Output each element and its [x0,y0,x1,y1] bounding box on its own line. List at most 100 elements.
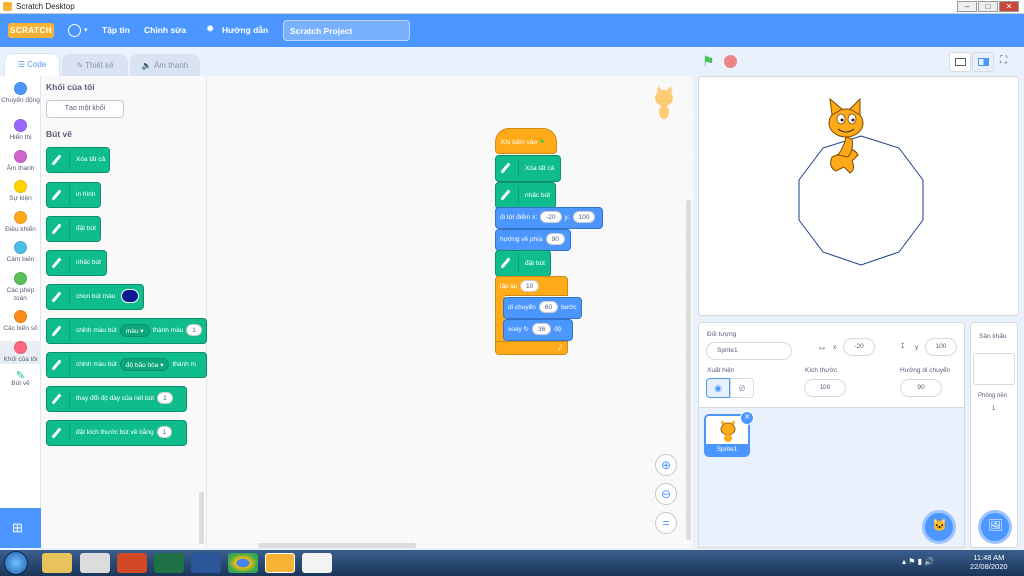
zoom-reset-button[interactable]: = [655,512,677,534]
size-input[interactable]: 100 [804,379,846,397]
direction-input[interactable]: 90 [545,233,565,246]
chevron-down-icon[interactable]: ▾ [84,26,88,34]
close-button[interactable]: ✕ [999,1,1019,12]
stop-button[interactable] [724,55,737,68]
category-my-blocks[interactable]: Khối của tôi [0,341,41,364]
clock[interactable]: 11:48 AM 22/08/2020 [970,553,1008,571]
sprite-thumbnail-icon [720,420,736,442]
pen-block-clear[interactable]: Xóa tất cả [46,147,110,173]
category-sensing[interactable]: Cảm biến [0,241,41,264]
fullscreen-button[interactable]: ⛶ [1000,55,1007,66]
maximize-button[interactable]: □ [978,1,998,12]
tray-icons[interactable]: ▴ ⚑ ▮ 🔊 [902,557,934,566]
param-value-input[interactable]: 1 [186,324,202,337]
choose-sprite-button[interactable]: 🐱 [922,510,956,544]
tab-sounds[interactable]: 🔈 Âm thanh [130,54,200,76]
zoom-in-button[interactable]: ⊕ [655,454,677,476]
script-block-repeat[interactable]: lặp lại 10 [495,276,568,296]
menu-tutorials[interactable]: Hướng dẫn [222,25,268,35]
category-operators[interactable]: Các phép toán [0,272,41,303]
stage-canvas[interactable] [698,76,1019,316]
pen-block-change-size[interactable]: thay đổi độ dày của nét bút 1 [46,386,187,412]
green-flag-icon: ⚑ [702,53,715,69]
pen-header: Bút vẽ [46,129,72,139]
globe-icon[interactable] [68,24,81,37]
tab-costumes[interactable]: ✎ Thiết kế [62,54,128,76]
category-control[interactable]: Điều khiển [0,211,41,234]
size-value-input[interactable]: 1 [156,426,173,439]
minimize-button[interactable]: – [957,1,977,12]
menu-edit[interactable]: Chỉnh sửa [144,25,186,35]
script-block-pen-down[interactable]: đặt bút [495,250,551,277]
pen-block-set-param-2[interactable]: chỉnh màu bút độ bão hòa ▾ thành m [46,352,207,378]
hide-sprite-button[interactable]: ⊘ [730,378,754,398]
category-variables[interactable]: Các biến số [0,310,41,333]
zoom-out-button[interactable]: ⊖ [655,483,677,505]
category-looks[interactable]: Hiển thị [0,119,41,142]
menu-bar: SCRATCH ▾ Tập tin Chỉnh sửa ✹ Hướng dẫn … [0,14,1024,47]
delete-sprite-button[interactable]: ✕ [740,411,754,425]
category-pen[interactable]: ✎ Bút vẽ [0,371,41,388]
category-events[interactable]: Sự kiện [0,180,41,203]
turn-degrees-input[interactable]: 36 [532,323,552,336]
script-block-goto[interactable]: đi tới điểm x: -20 y: 100 [495,207,603,229]
move-steps-input[interactable]: 60 [538,301,559,314]
pen-block-set-color[interactable]: chọn bút màu [46,284,144,310]
pen-block-stamp[interactable]: in hình [46,182,101,208]
small-stage-button[interactable] [949,52,971,72]
paint-icon[interactable] [80,553,110,573]
pen-block-set-param[interactable]: chỉnh màu bút màu ▾ thành màu 1 [46,318,207,344]
category-sound[interactable]: Âm thanh [0,150,41,173]
direction-input[interactable]: 90 [900,379,942,397]
pen-block-pen-up[interactable]: nhấc bút [46,250,107,276]
excel-icon[interactable] [154,553,184,573]
goto-x-input[interactable]: -20 [540,211,562,224]
large-stage-button[interactable] [972,52,994,72]
add-extension-button[interactable]: ⊞ [0,508,41,548]
pen-block-set-size[interactable]: đặt kích thước bút vẽ bằng 1 [46,420,187,446]
size-label: Kích thước [805,367,838,374]
hat-block-when-flag[interactable]: Khi bấm vào ⚑ [495,128,557,154]
y-position-input[interactable]: 100 [925,338,957,356]
category-motion[interactable]: Chuyển động [0,82,41,105]
repeat-count-input[interactable]: 10 [519,280,540,293]
workspace-vertical-scrollbar[interactable] [686,200,691,540]
script-block-clear[interactable]: Xóa tất cả [495,155,561,182]
param-dropdown[interactable]: độ bão hòa ▾ [119,357,170,371]
speaker-icon: 🔈 [141,61,154,70]
x-position-input[interactable]: -20 [843,338,875,356]
scratch-logo[interactable]: SCRATCH [8,23,54,38]
script-workspace[interactable] [207,76,693,548]
pen-color-swatch[interactable] [121,289,140,304]
make-block-button[interactable]: Tạo một khối [46,100,124,118]
palette-scrollbar[interactable] [199,492,204,544]
large-stage-icon [978,58,989,66]
param-dropdown[interactable]: màu ▾ [119,323,150,337]
chrome-icon[interactable] [228,553,258,573]
x-arrows-icon: ↔ [817,342,827,353]
show-sprite-button[interactable]: ◉ [706,378,730,398]
script-block-pen-up[interactable]: nhấc bút [495,182,556,209]
goto-y-input[interactable]: 100 [572,211,596,224]
script-block-move[interactable]: di chuyển 60 bước [503,297,582,319]
green-flag-button[interactable]: ⚑ [702,53,715,70]
menu-file[interactable]: Tập tin [102,25,130,35]
start-button[interactable] [4,551,28,575]
x-label: x [833,344,837,351]
sensing-dot-icon [14,241,27,254]
script-block-point-direction[interactable]: hướng về phía 90 [495,229,571,251]
sprite-name-input[interactable]: Sprite1 [706,342,792,360]
workspace-horizontal-scrollbar[interactable] [258,543,416,548]
powerpoint-icon[interactable] [117,553,147,573]
pen-icon [50,288,70,306]
choose-backdrop-button[interactable]: 🖼 [978,510,1012,544]
pen-block-pen-down[interactable]: đặt bút [46,216,101,242]
size-value-input[interactable]: 1 [157,392,173,405]
scratch-taskbar-icon[interactable] [265,553,295,573]
file-explorer-icon[interactable] [42,553,72,573]
project-title-input[interactable]: Scratch Project [283,20,410,41]
word-icon[interactable] [191,553,221,573]
tab-code[interactable]: ☰ Code [4,53,60,77]
script-block-turn[interactable]: xoay ↻ 36 độ [503,319,573,341]
notepad-icon[interactable] [302,553,332,573]
